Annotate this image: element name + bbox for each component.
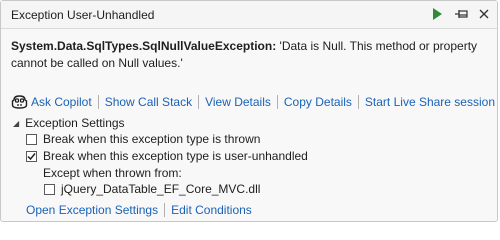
divider [198,95,200,109]
ask-copilot-link[interactable]: Ask Copilot [31,95,92,109]
break-unhandled-checkbox[interactable] [26,150,37,162]
break-unhandled-row[interactable]: Break when this exception type is user-u… [26,149,308,163]
exception-message: System.Data.SqlTypes.SqlNullValueExcepti… [11,38,489,72]
module-checkbox[interactable] [44,183,55,195]
window-title: Exception User-Unhandled [11,8,155,22]
module-row[interactable]: jQuery_DataTable_EF_Core_MVC.dll [44,182,260,196]
footer-links: Open Exception Settings Edit Conditions [26,203,252,217]
close-icon[interactable] [475,5,493,23]
break-thrown-row[interactable]: Break when this exception type is thrown [26,132,260,146]
exception-helper-panel: Exception User-Unhandled System.Data.Sql… [0,0,498,222]
break-thrown-label: Break when this exception type is thrown [43,132,261,146]
exception-type: System.Data.SqlTypes.SqlNullValueExcepti… [11,39,277,53]
edit-conditions-link[interactable]: Edit Conditions [171,203,252,217]
module-label: jQuery_DataTable_EF_Core_MVC.dll [61,182,261,196]
copilot-icon [11,95,28,109]
divider [276,95,278,109]
title-bar: Exception User-Unhandled [1,1,497,29]
except-when-row: Except when thrown from: [43,166,182,180]
show-call-stack-link[interactable]: Show Call Stack [105,95,192,109]
start-live-share-link[interactable]: Start Live Share session [365,95,495,109]
exception-settings-header[interactable]: ◢ Exception Settings [13,116,125,130]
copy-details-link[interactable]: Copy Details [284,95,352,109]
open-exception-settings-link[interactable]: Open Exception Settings [26,203,158,217]
divider [357,95,359,109]
except-when-label: Except when thrown from: [43,166,182,180]
exception-settings-label: Exception Settings [25,116,125,130]
action-links: Ask Copilot Show Call Stack View Details… [11,94,495,110]
divider [164,203,166,217]
view-details-link[interactable]: View Details [205,95,271,109]
check-icon [27,152,36,160]
play-icon[interactable] [428,5,446,23]
break-unhandled-label: Break when this exception type is user-u… [43,149,308,163]
pin-icon[interactable] [453,5,471,23]
divider [97,95,99,109]
expand-caret-icon[interactable]: ◢ [13,119,19,128]
break-thrown-checkbox[interactable] [26,133,37,145]
